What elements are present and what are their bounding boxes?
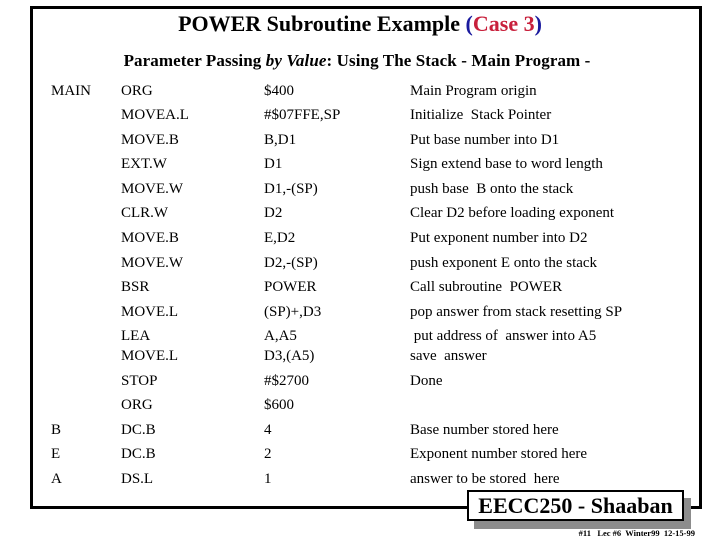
code-operand: $600: [264, 397, 294, 413]
code-opcode: MOVE.B: [121, 132, 179, 148]
code-row: BSR POWER Call subroutine POWER: [0, 277, 720, 297]
code-comment: Put base number into D1: [410, 132, 560, 148]
subtitle-pre: Parameter Passing: [123, 51, 266, 70]
code-row: E DC.B 2 Exponent number stored here: [0, 444, 720, 464]
code-opcode: DS.L: [121, 471, 154, 487]
code-operand: D1: [264, 156, 283, 172]
code-operand: E,D2: [264, 230, 296, 246]
code-operand: #$2700: [264, 373, 309, 389]
title-main: POWER Subroutine Example: [178, 11, 466, 36]
code-operand: 2: [264, 446, 272, 462]
code-opcode: MOVE.L: [121, 348, 179, 364]
code-row: B DC.B 4 Base number stored here: [0, 420, 720, 440]
code-row: CLR.W D2 Clear D2 before loading exponent: [0, 203, 720, 223]
code-operand: $400: [264, 83, 294, 99]
code-comment: Put exponent number into D2: [410, 230, 588, 246]
code-row: EXT.W D1 Sign extend base to word length: [0, 154, 720, 174]
code-opcode: MOVE.L: [121, 304, 179, 320]
code-comment: push base B onto the stack: [410, 181, 574, 197]
code-label: B: [51, 422, 62, 438]
code-row: LEA A,A5 put address of answer into A5: [0, 326, 720, 346]
code-comment: answer to be stored here: [410, 471, 560, 487]
code-opcode: ORG: [121, 83, 153, 99]
code-operand: D3,(A5): [264, 348, 315, 364]
course-footer-label: EECC250 - Shaaban: [478, 493, 673, 518]
code-operand: 1: [264, 471, 272, 487]
code-operand: B,D1: [264, 132, 297, 148]
slide-subtitle: Parameter Passing by Value: Using The St…: [0, 51, 714, 71]
code-opcode: MOVEA.L: [121, 107, 189, 123]
code-opcode: MOVE.W: [121, 255, 184, 271]
code-opcode: LEA: [121, 328, 151, 344]
code-comment: Done: [410, 373, 443, 389]
code-comment: Initialize Stack Pointer: [410, 107, 552, 123]
code-row: STOP #$2700 Done: [0, 371, 720, 391]
title-paren-close: ): [534, 11, 542, 36]
code-opcode: EXT.W: [121, 156, 167, 172]
code-opcode: DC.B: [121, 422, 156, 438]
code-opcode: DC.B: [121, 446, 156, 462]
code-opcode: BSR: [121, 279, 150, 295]
code-operand: (SP)+,D3: [264, 304, 322, 320]
subtitle-post: : Using The Stack - Main Program -: [326, 51, 591, 70]
code-operand: D2,-(SP): [264, 255, 318, 271]
code-operand: POWER: [264, 279, 317, 295]
code-comment: save answer: [410, 348, 487, 364]
code-operand: D2: [264, 205, 283, 221]
code-comment: Exponent number stored here: [410, 446, 588, 462]
code-label: MAIN: [51, 83, 91, 99]
code-comment: Call subroutine POWER: [410, 279, 563, 295]
subtitle-italic: by Value: [265, 51, 327, 70]
code-comment: push exponent E onto the stack: [410, 255, 598, 271]
code-row: MAIN ORG $400 Main Program origin: [0, 81, 720, 101]
code-row: MOVE.B B,D1 Put base number into D1: [0, 130, 720, 150]
code-comment: put address of answer into A5: [410, 328, 597, 344]
code-label: A: [51, 471, 62, 487]
code-row: MOVE.W D1,-(SP) push base B onto the stack: [0, 179, 720, 199]
course-footer-box: EECC250 - Shaaban: [467, 490, 684, 521]
code-opcode: ORG: [121, 397, 153, 413]
code-row: ORG $600: [0, 395, 720, 415]
code-comment: Main Program origin: [410, 83, 537, 99]
code-row: MOVE.B E,D2 Put exponent number into D2: [0, 228, 720, 248]
code-row: MOVE.W D2,-(SP) push exponent E onto the s…: [0, 253, 720, 273]
code-opcode: MOVE.W: [121, 181, 184, 197]
code-row: MOVEA.L #$07FFE,SP Initialize Stack Pointe…: [0, 105, 720, 125]
code-comment: Sign extend base to word length: [410, 156, 603, 172]
code-opcode: STOP: [121, 373, 158, 389]
code-row: A DS.L 1 answer to be stored here: [0, 469, 720, 489]
code-operand: A,A5: [264, 328, 297, 344]
code-comment: pop answer from stack resetting SP: [410, 304, 623, 320]
lecture-meta: #11 Lec #6 Winter99 12-15-99: [578, 528, 695, 538]
code-operand: #$07FFE,SP: [264, 107, 341, 123]
code-comment: Base number stored here: [410, 422, 559, 438]
code-row: MOVE.L (SP)+,D3 pop answer from stack rese…: [0, 302, 720, 322]
slide-title: POWER Subroutine Example (Case 3): [0, 11, 720, 37]
frame-bottom-border: [30, 506, 470, 509]
code-operand: 4: [264, 422, 272, 438]
title-case: Case 3: [472, 11, 535, 36]
code-row: MOVE.L D3,(A5) save answer: [0, 346, 720, 366]
title-paren-open: (: [465, 11, 473, 36]
code-opcode: MOVE.B: [121, 230, 179, 246]
code-label: E: [51, 446, 61, 462]
code-comment: Clear D2 before loading exponent: [410, 205, 615, 221]
code-operand: D1,-(SP): [264, 181, 318, 197]
code-opcode: CLR.W: [121, 205, 169, 221]
